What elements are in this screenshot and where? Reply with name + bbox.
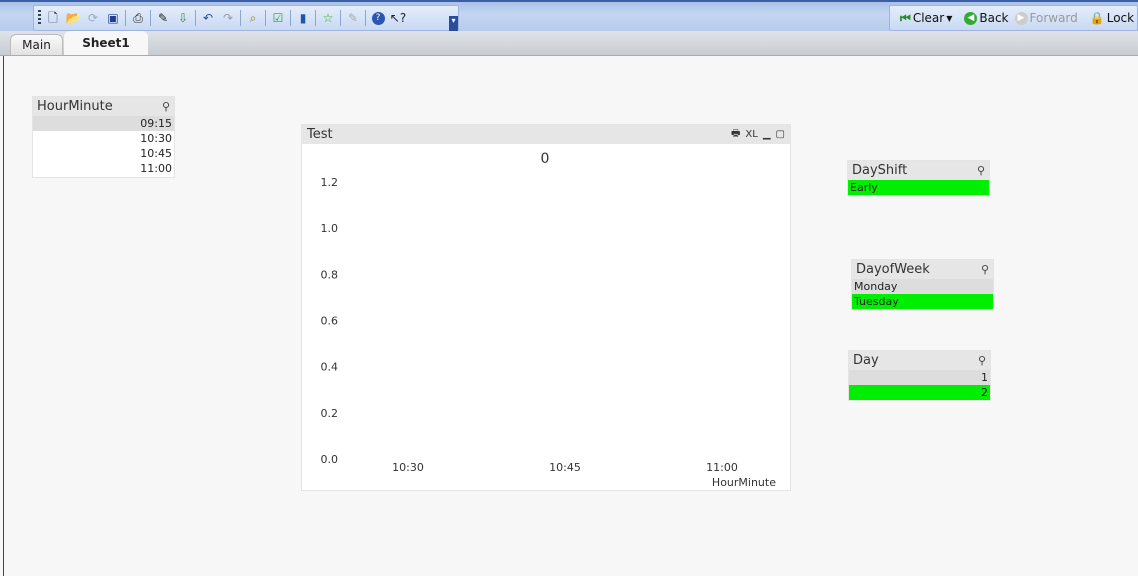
x-tick-label: 10:30 <box>392 461 424 474</box>
listbox-dayshift: DayShift ⚲ Early <box>847 160 990 196</box>
listbox-title: HourMinute <box>37 99 113 114</box>
list-item[interactable]: Monday <box>852 279 993 294</box>
print-icon[interactable]: ⎙ <box>130 10 146 26</box>
reload-icon[interactable]: ⟳ <box>85 10 101 26</box>
divider <box>265 10 266 26</box>
help-icon[interactable]: ? <box>370 10 386 26</box>
current-selections-icon[interactable]: ☑ <box>270 10 286 26</box>
sheet-border <box>3 56 4 576</box>
minimize-icon[interactable]: ▁ <box>763 129 771 140</box>
main-toolbar: 🗋 📂 ⟳ ▣ ⎙ ✎ ⇩ ↶ ↷ ⌕ ☑ ▮ ☆ ✎ ? ↖? <box>33 5 459 31</box>
lock-button[interactable]: 🔒 Lock <box>1090 11 1134 25</box>
forward-button[interactable]: ▶ Forward <box>1014 11 1078 25</box>
clear-button[interactable]: ⏮ Clear ▼ <box>900 11 952 26</box>
list-item[interactable]: 10:45 <box>33 146 174 161</box>
open-folder-icon[interactable]: 📂 <box>65 10 81 26</box>
chart-test: Test 🖶 XL ▁ ▢ 0 0.0 0.2 0.4 0.6 0.8 1.0 1.2 10:30 10… <box>301 124 791 491</box>
toolbar-overflow-icon[interactable]: ▾ <box>449 16 458 31</box>
y-tick-label: 0.2 <box>321 407 339 420</box>
listbox-dayofweek: DayofWeek ⚲ Monday Tuesday <box>851 259 994 310</box>
search-icon[interactable]: ⚲ <box>978 354 986 367</box>
y-tick-label: 1.0 <box>321 222 339 235</box>
new-document-icon[interactable]: 🗋 <box>45 10 61 26</box>
whats-this-icon[interactable]: ↖? <box>390 10 406 26</box>
clear-icon: ⏮ <box>900 10 911 25</box>
divider <box>340 10 341 26</box>
tab-sheet1[interactable]: Sheet1 <box>64 31 148 55</box>
divider <box>365 10 366 26</box>
bookmark-star-icon[interactable]: ☆ <box>320 10 336 26</box>
search-icon[interactable]: ⌕ <box>245 10 261 26</box>
list-item[interactable]: Early <box>848 180 989 195</box>
search-icon[interactable]: ⚲ <box>977 164 985 177</box>
tab-main[interactable]: Main <box>10 34 63 55</box>
x-axis-label: HourMinute <box>712 476 776 489</box>
list-item[interactable]: Tuesday <box>852 294 993 309</box>
y-tick-label: 0.6 <box>321 315 339 328</box>
listbox-title: DayofWeek <box>856 262 930 277</box>
divider <box>290 10 291 26</box>
y-tick-label: 0.4 <box>321 361 339 374</box>
send-to-excel-icon[interactable]: XL <box>745 129 757 140</box>
y-tick-label: 0.8 <box>321 268 339 281</box>
divider <box>195 10 196 26</box>
print-icon[interactable]: 🖶 <box>731 126 740 143</box>
search-icon[interactable]: ⚲ <box>162 100 170 113</box>
listbox-hourminute: HourMinute ⚲ 09:15 10:30 10:45 11:00 <box>32 96 175 178</box>
back-button[interactable]: ◀ Back <box>964 11 1009 25</box>
y-tick-label: 0.0 <box>321 453 339 466</box>
divider <box>125 10 126 26</box>
y-tick-label: 1.2 <box>321 176 339 189</box>
listbox-title: Day <box>853 353 879 368</box>
edit-disabled-icon[interactable]: ✎ <box>345 10 361 26</box>
undo-icon[interactable]: ↶ <box>200 10 216 26</box>
forward-arrow-icon: ▶ <box>1014 11 1028 25</box>
toolbar-grip[interactable] <box>38 10 41 26</box>
list-item[interactable]: 2 <box>849 385 990 400</box>
edit-script-icon[interactable]: ✎ <box>155 10 171 26</box>
listbox-day: Day ⚲ 1 2 <box>848 350 991 401</box>
chart-caption: Test <box>307 127 333 142</box>
chart-wizard-icon[interactable]: ▮ <box>295 10 311 26</box>
list-item[interactable]: 09:15 <box>33 116 174 131</box>
list-item[interactable]: 11:00 <box>33 161 174 175</box>
divider <box>315 10 316 26</box>
chart-title: 0 <box>541 151 550 167</box>
list-item[interactable]: 1 <box>849 370 990 385</box>
maximize-icon[interactable]: ▢ <box>776 129 785 140</box>
listbox-title: DayShift <box>852 163 908 178</box>
x-tick-label: 10:45 <box>549 461 581 474</box>
sheet-tabs: Main Sheet1 <box>0 31 1138 56</box>
x-tick-label: 11:00 <box>706 461 738 474</box>
list-item[interactable]: 10:30 <box>33 131 174 146</box>
back-arrow-icon: ◀ <box>964 11 978 25</box>
divider <box>240 10 241 26</box>
search-icon[interactable]: ⚲ <box>981 263 989 276</box>
redo-icon[interactable]: ↷ <box>220 10 236 26</box>
toolbar-area: 🗋 📂 ⟳ ▣ ⎙ ✎ ⇩ ↶ ↷ ⌕ ☑ ▮ ☆ ✎ ? ↖? ▾ ⏮ Clea… <box>0 0 1138 31</box>
divider <box>150 10 151 26</box>
navigation-toolbar: ⏮ Clear ▼ ◀ Back ▶ Forward 🔒 Lock <box>889 5 1138 31</box>
save-icon[interactable]: ▣ <box>105 10 121 26</box>
lock-icon: 🔒 <box>1089 11 1105 25</box>
chart-plot: 0 0.0 0.2 0.4 0.6 0.8 1.0 1.2 10:30 10:45 11:00 Hou… <box>321 151 777 489</box>
chevron-down-icon[interactable]: ▼ <box>946 14 952 23</box>
reload-data-icon[interactable]: ⇩ <box>175 10 191 26</box>
